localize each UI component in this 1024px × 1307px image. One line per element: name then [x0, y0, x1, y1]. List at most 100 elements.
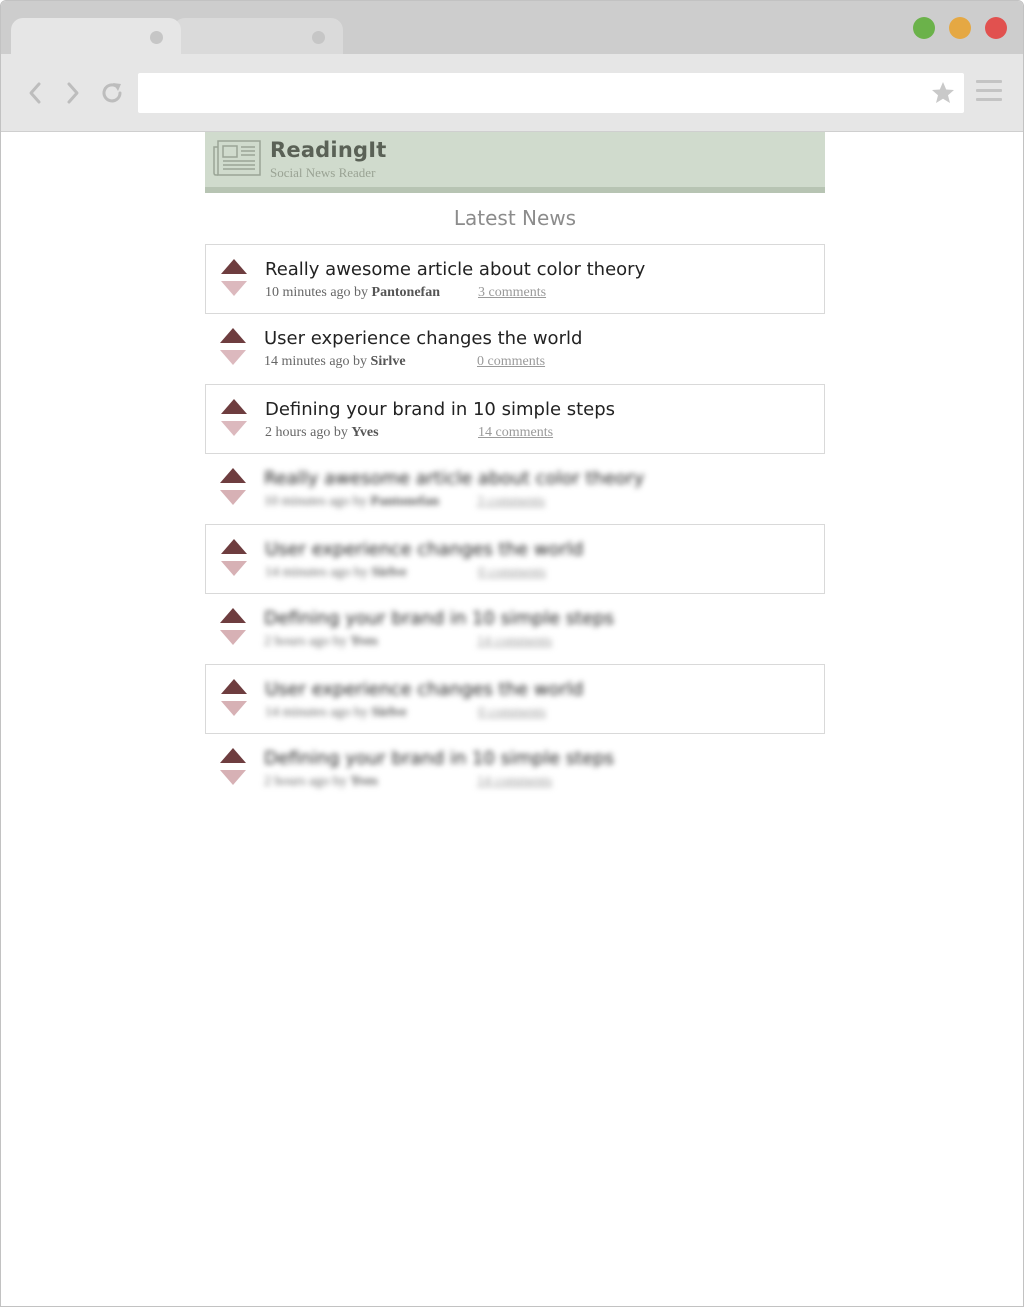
news-author[interactable]: Sirlve: [372, 565, 407, 580]
section-title: Latest News: [453, 206, 577, 230]
upvote-arrow-icon[interactable]: [220, 468, 246, 483]
vote-controls: [221, 399, 247, 441]
browser-window: ReadingIt Social News Reader Latest News…: [0, 0, 1024, 1307]
browser-titlebar: [1, 1, 1023, 54]
upvote-arrow-icon[interactable]: [221, 539, 247, 554]
bookmark-star-icon[interactable]: [930, 80, 956, 106]
back-icon[interactable]: [23, 80, 49, 106]
address-bar[interactable]: [138, 73, 964, 113]
news-item: Defining your brand in 10 simple steps 2…: [205, 734, 825, 804]
news-meta: 2 hours ago by Yves 14 comments: [265, 425, 805, 443]
upvote-arrow-icon[interactable]: [220, 608, 246, 623]
tab-close-icon[interactable]: [150, 31, 163, 44]
upvote-arrow-icon[interactable]: [221, 399, 247, 414]
tab-close-icon[interactable]: [312, 31, 325, 44]
vote-controls: [220, 748, 246, 790]
downvote-arrow-icon[interactable]: [221, 281, 247, 296]
news-author[interactable]: Sirlve: [372, 705, 407, 720]
news-by: by: [332, 634, 347, 649]
news-item: Really awesome article about color theor…: [205, 454, 825, 524]
vote-controls: [221, 679, 247, 721]
comments-link[interactable]: 3 comments: [477, 494, 545, 510]
news-item: Defining your brand in 10 simple steps 2…: [205, 594, 825, 664]
news-by: by: [332, 774, 347, 789]
browser-tab-inactive[interactable]: [173, 18, 343, 54]
downvote-arrow-icon[interactable]: [220, 770, 246, 785]
minimize-button[interactable]: [949, 17, 971, 39]
vote-controls: [220, 468, 246, 510]
downvote-arrow-icon[interactable]: [220, 630, 246, 645]
upvote-arrow-icon[interactable]: [220, 328, 246, 343]
news-age: 2 hours ago: [264, 774, 330, 789]
vote-controls: [220, 608, 246, 650]
news-title[interactable]: User experience changes the world: [265, 677, 805, 702]
comments-link[interactable]: 3 comments: [478, 285, 546, 301]
comments-link[interactable]: 14 comments: [477, 774, 552, 790]
news-age: 14 minutes ago: [265, 565, 351, 580]
comments-link[interactable]: 0 comments: [478, 565, 546, 581]
news-by: by: [353, 354, 368, 369]
news-by: by: [354, 565, 369, 580]
news-title[interactable]: Defining your brand in 10 simple steps: [265, 397, 805, 422]
app-header: ReadingIt Social News Reader: [205, 132, 825, 193]
close-window-button[interactable]: [985, 17, 1007, 39]
news-list: Really awesome article about color theor…: [205, 244, 825, 804]
news-item: Defining your brand in 10 simple steps 2…: [205, 384, 825, 454]
downvote-arrow-icon[interactable]: [221, 561, 247, 576]
news-age: 10 minutes ago: [264, 494, 350, 509]
news-meta: 14 minutes ago by Sirlve 0 comments: [265, 565, 805, 583]
news-title[interactable]: Defining your brand in 10 simple steps: [264, 746, 804, 771]
news-item: User experience changes the world 14 min…: [205, 524, 825, 594]
upvote-arrow-icon[interactable]: [220, 748, 246, 763]
news-meta: 10 minutes ago by Pantonefan 3 comments: [265, 285, 805, 303]
news-age: 14 minutes ago: [265, 705, 351, 720]
downvote-arrow-icon[interactable]: [221, 421, 247, 436]
comments-link[interactable]: 0 comments: [478, 705, 546, 721]
news-author[interactable]: Yves: [350, 774, 377, 789]
newspaper-icon: [212, 139, 262, 177]
news-title[interactable]: User experience changes the world: [264, 326, 804, 351]
browser-menu-icon[interactable]: [976, 80, 1002, 104]
downvote-arrow-icon[interactable]: [221, 701, 247, 716]
forward-icon[interactable]: [59, 80, 85, 106]
downvote-arrow-icon[interactable]: [220, 490, 246, 505]
news-meta: 2 hours ago by Yves 14 comments: [264, 634, 804, 652]
news-title[interactable]: Really awesome article about color theor…: [264, 466, 804, 491]
news-by: by: [353, 494, 368, 509]
vote-controls: [221, 259, 247, 301]
news-title[interactable]: Defining your brand in 10 simple steps: [264, 606, 804, 631]
news-by: by: [354, 705, 369, 720]
news-author[interactable]: Yves: [351, 425, 378, 440]
downvote-arrow-icon[interactable]: [220, 350, 246, 365]
news-item: User experience changes the world 14 min…: [205, 664, 825, 734]
comments-link[interactable]: 14 comments: [478, 425, 553, 441]
news-title[interactable]: User experience changes the world: [265, 537, 805, 562]
upvote-arrow-icon[interactable]: [221, 259, 247, 274]
app-title[interactable]: ReadingIt: [270, 138, 386, 162]
news-author[interactable]: Pantonefan: [372, 285, 440, 300]
comments-link[interactable]: 14 comments: [477, 634, 552, 650]
news-author[interactable]: Sirlve: [371, 354, 406, 369]
news-meta: 14 minutes ago by Sirlve 0 comments: [264, 354, 804, 372]
readingit-app: ReadingIt Social News Reader Latest News…: [205, 132, 825, 804]
news-author[interactable]: Yves: [350, 634, 377, 649]
news-age: 2 hours ago: [265, 425, 331, 440]
browser-toolbar: [1, 54, 1023, 132]
vote-controls: [221, 539, 247, 581]
news-title[interactable]: Really awesome article about color theor…: [265, 257, 805, 282]
news-age: 14 minutes ago: [264, 354, 350, 369]
news-meta: 2 hours ago by Yves 14 comments: [264, 774, 804, 792]
news-item: Really awesome article about color theor…: [205, 244, 825, 314]
vote-controls: [220, 328, 246, 370]
maximize-button[interactable]: [913, 17, 935, 39]
news-meta: 14 minutes ago by Sirlve 0 comments: [265, 705, 805, 723]
reload-icon[interactable]: [99, 80, 125, 106]
browser-tab-active[interactable]: [11, 18, 181, 54]
news-meta: 10 minutes ago by Pantonefan 3 comments: [264, 494, 804, 512]
news-by: by: [354, 285, 369, 300]
upvote-arrow-icon[interactable]: [221, 679, 247, 694]
comments-link[interactable]: 0 comments: [477, 354, 545, 370]
news-item: User experience changes the world 14 min…: [205, 314, 825, 384]
url-input[interactable]: [138, 73, 918, 113]
news-author[interactable]: Pantonefan: [371, 494, 439, 509]
